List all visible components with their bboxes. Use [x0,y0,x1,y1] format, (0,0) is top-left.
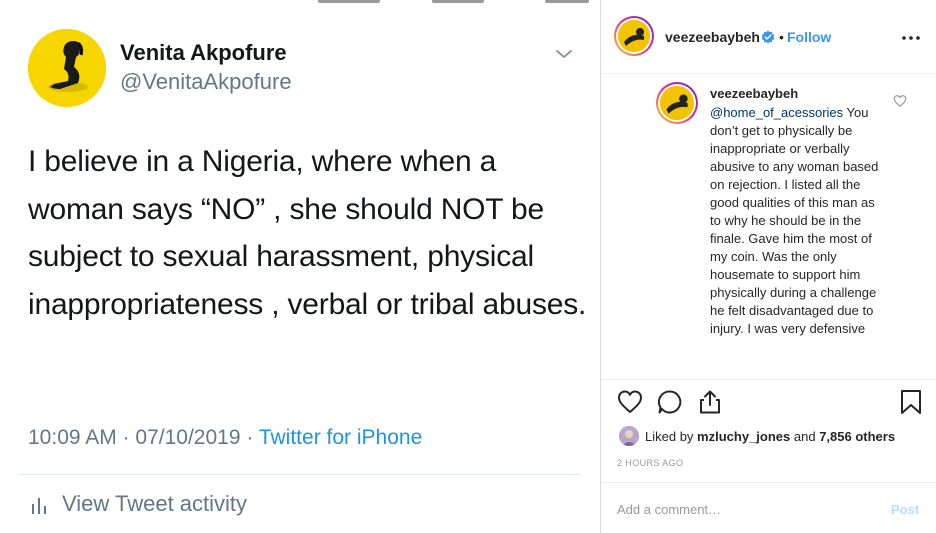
share-icon[interactable] [696,388,724,416]
likes-summary: Liked by mzluchy_jones and 7,856 others [619,425,895,447]
caption-mention[interactable]: @home_of_acessories [710,105,843,120]
add-comment-bar: Add a comment… Post [601,482,936,533]
tweet-text: I believe in a Nigeria, where when a wom… [28,145,587,321]
divider [18,474,580,475]
tweet-date[interactable]: 07/10/2019 [135,426,240,449]
meta-separator: · [246,426,254,449]
profile-avatar[interactable] [614,16,654,56]
tweet-source-link[interactable]: Twitter for iPhone [259,426,422,449]
caption-text: @home_of_acessories You don’t get to phy… [710,104,886,338]
likes-others-link[interactable]: 7,856 others [819,429,895,444]
chevron-down-icon[interactable] [554,44,574,64]
likes-prefix: Liked by [645,428,694,444]
caption-username[interactable]: veezeebaybeh [710,86,798,101]
view-tweet-activity-link[interactable]: View Tweet activity [30,491,247,517]
verified-badge-icon [761,30,775,44]
follow-button[interactable]: Follow [787,29,831,45]
post-comment-button[interactable]: Post [891,502,919,517]
analytics-bars-icon [32,498,46,514]
tweet-avatar[interactable] [28,29,106,107]
liker-avatar[interactable] [619,426,639,446]
caption-body: You don’t get to physically be inappropr… [710,105,879,336]
tweet-card: Venita Akpofure @VenitaAkpofure I believ… [0,0,600,533]
tweet-meta: 10:09 AM · 07/10/2019 · Twitter for iPho… [28,426,422,450]
meta-separator: · [122,426,130,449]
caption-comment: veezeebaybeh @home_of_acessories You don… [601,74,936,380]
post-timestamp[interactable]: 2 HOURS AGO [617,458,683,468]
cropped-top-edge [0,0,600,6]
comment-input[interactable]: Add a comment… [617,502,721,517]
liker-username[interactable]: mzluchy_jones [697,429,790,444]
heart-icon[interactable] [616,388,644,416]
comment-icon[interactable] [656,388,684,416]
tweet-handle[interactable]: @VenitaAkpofure [120,69,292,95]
tweet-time[interactable]: 10:09 AM [28,426,117,449]
header-username[interactable]: veezeebaybeh [665,29,760,45]
bookmark-icon[interactable] [897,388,925,416]
header-dot: • [779,29,784,45]
likes-and: and [793,428,816,444]
more-horizontal-icon[interactable] [901,30,921,46]
caption-avatar[interactable] [656,82,698,124]
post-header: veezeebaybeh • Follow [601,0,936,74]
post-actions-bar [601,388,936,420]
instagram-post-panel: veezeebaybeh • Follow veezeebaybeh @home… [600,0,936,533]
view-tweet-activity-label: View Tweet activity [62,491,248,516]
tweet-display-name[interactable]: Venita Akpofure [120,40,287,66]
comment-like-heart-icon[interactable] [893,94,907,108]
